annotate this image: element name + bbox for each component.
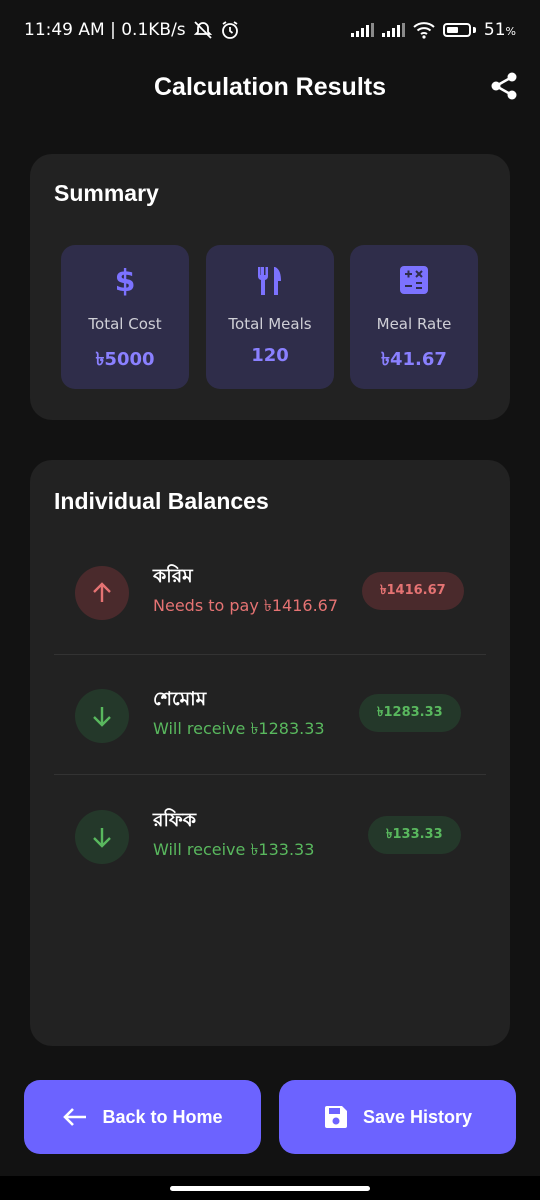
save-icon [324, 1106, 347, 1128]
svg-text:$: $ [115, 265, 136, 297]
wifi-icon [413, 22, 435, 39]
battery-level: 51% [483, 20, 516, 40]
person-status: Needs to pay ৳1416.67 [153, 596, 339, 615]
arrow-left-icon [63, 1108, 87, 1126]
arrow-down-icon [75, 689, 129, 743]
stat-value: 120 [251, 345, 289, 366]
status-right: 51% [350, 20, 516, 40]
balance-row[interactable]: রফিক Will receive ৳133.33 ৳133.33 [54, 776, 486, 896]
balance-badge: ৳1416.67 [362, 572, 464, 610]
balances-title: Individual Balances [54, 488, 269, 514]
status-left: 11:49 AM | 0.1KB/s [24, 20, 240, 40]
summary-title: Summary [54, 180, 159, 206]
stat-total-meals: Total Meals 120 [206, 245, 334, 389]
balance-row[interactable]: করিম Needs to pay ৳1416.67 ৳1416.67 [54, 532, 486, 652]
stat-value: ৳41.67 [381, 349, 447, 370]
signal-icon-2 [381, 23, 405, 37]
person-status: Will receive ৳133.33 [153, 840, 315, 859]
stat-value: ৳5000 [95, 349, 155, 370]
signal-icon [350, 23, 374, 37]
calculator-icon [350, 265, 478, 297]
summary-card: Summary $ Total Cost ৳5000 Total Meals 1… [30, 154, 510, 420]
balance-badge: ৳133.33 [368, 816, 461, 854]
stat-meal-rate: Meal Rate ৳41.67 [350, 245, 478, 389]
stat-label: Total Meals [228, 315, 312, 333]
status-time: 11:49 AM | 0.1KB/s [24, 20, 186, 40]
balances-card: Individual Balances করিম Needs to pay ৳1… [30, 460, 510, 1046]
stat-label: Total Cost [88, 315, 162, 333]
back-button-label: Back to Home [102, 1106, 223, 1127]
stat-total-cost: $ Total Cost ৳5000 [61, 245, 189, 389]
balance-badge: ৳1283.33 [359, 694, 461, 732]
dollar-icon: $ [61, 265, 189, 297]
balance-row[interactable]: শেমোম Will receive ৳1283.33 ৳1283.33 [54, 655, 486, 775]
divider [54, 774, 486, 775]
battery-tip [472, 27, 476, 33]
app-bar: Calculation Results [0, 60, 540, 114]
system-nav-bar [0, 1176, 540, 1200]
home-indicator[interactable] [170, 1186, 370, 1191]
page-title: Calculation Results [154, 72, 386, 101]
utensils-icon [206, 265, 334, 297]
arrow-up-icon [75, 566, 129, 620]
arrow-down-icon [75, 810, 129, 864]
person-name: করিম [153, 565, 193, 587]
save-history-button[interactable]: Save History [279, 1080, 516, 1154]
stat-label: Meal Rate [376, 315, 452, 333]
status-bar: 11:49 AM | 0.1KB/s 51% [0, 0, 540, 60]
mute-icon [193, 21, 212, 39]
person-status: Will receive ৳1283.33 [153, 719, 325, 738]
alarm-icon [221, 21, 238, 39]
share-icon[interactable] [488, 70, 520, 102]
save-button-label: Save History [362, 1106, 473, 1127]
person-name: শেমোম [153, 688, 207, 710]
person-name: রফিক [153, 809, 197, 831]
back-to-home-button[interactable]: Back to Home [24, 1080, 261, 1154]
battery-icon [442, 23, 471, 37]
